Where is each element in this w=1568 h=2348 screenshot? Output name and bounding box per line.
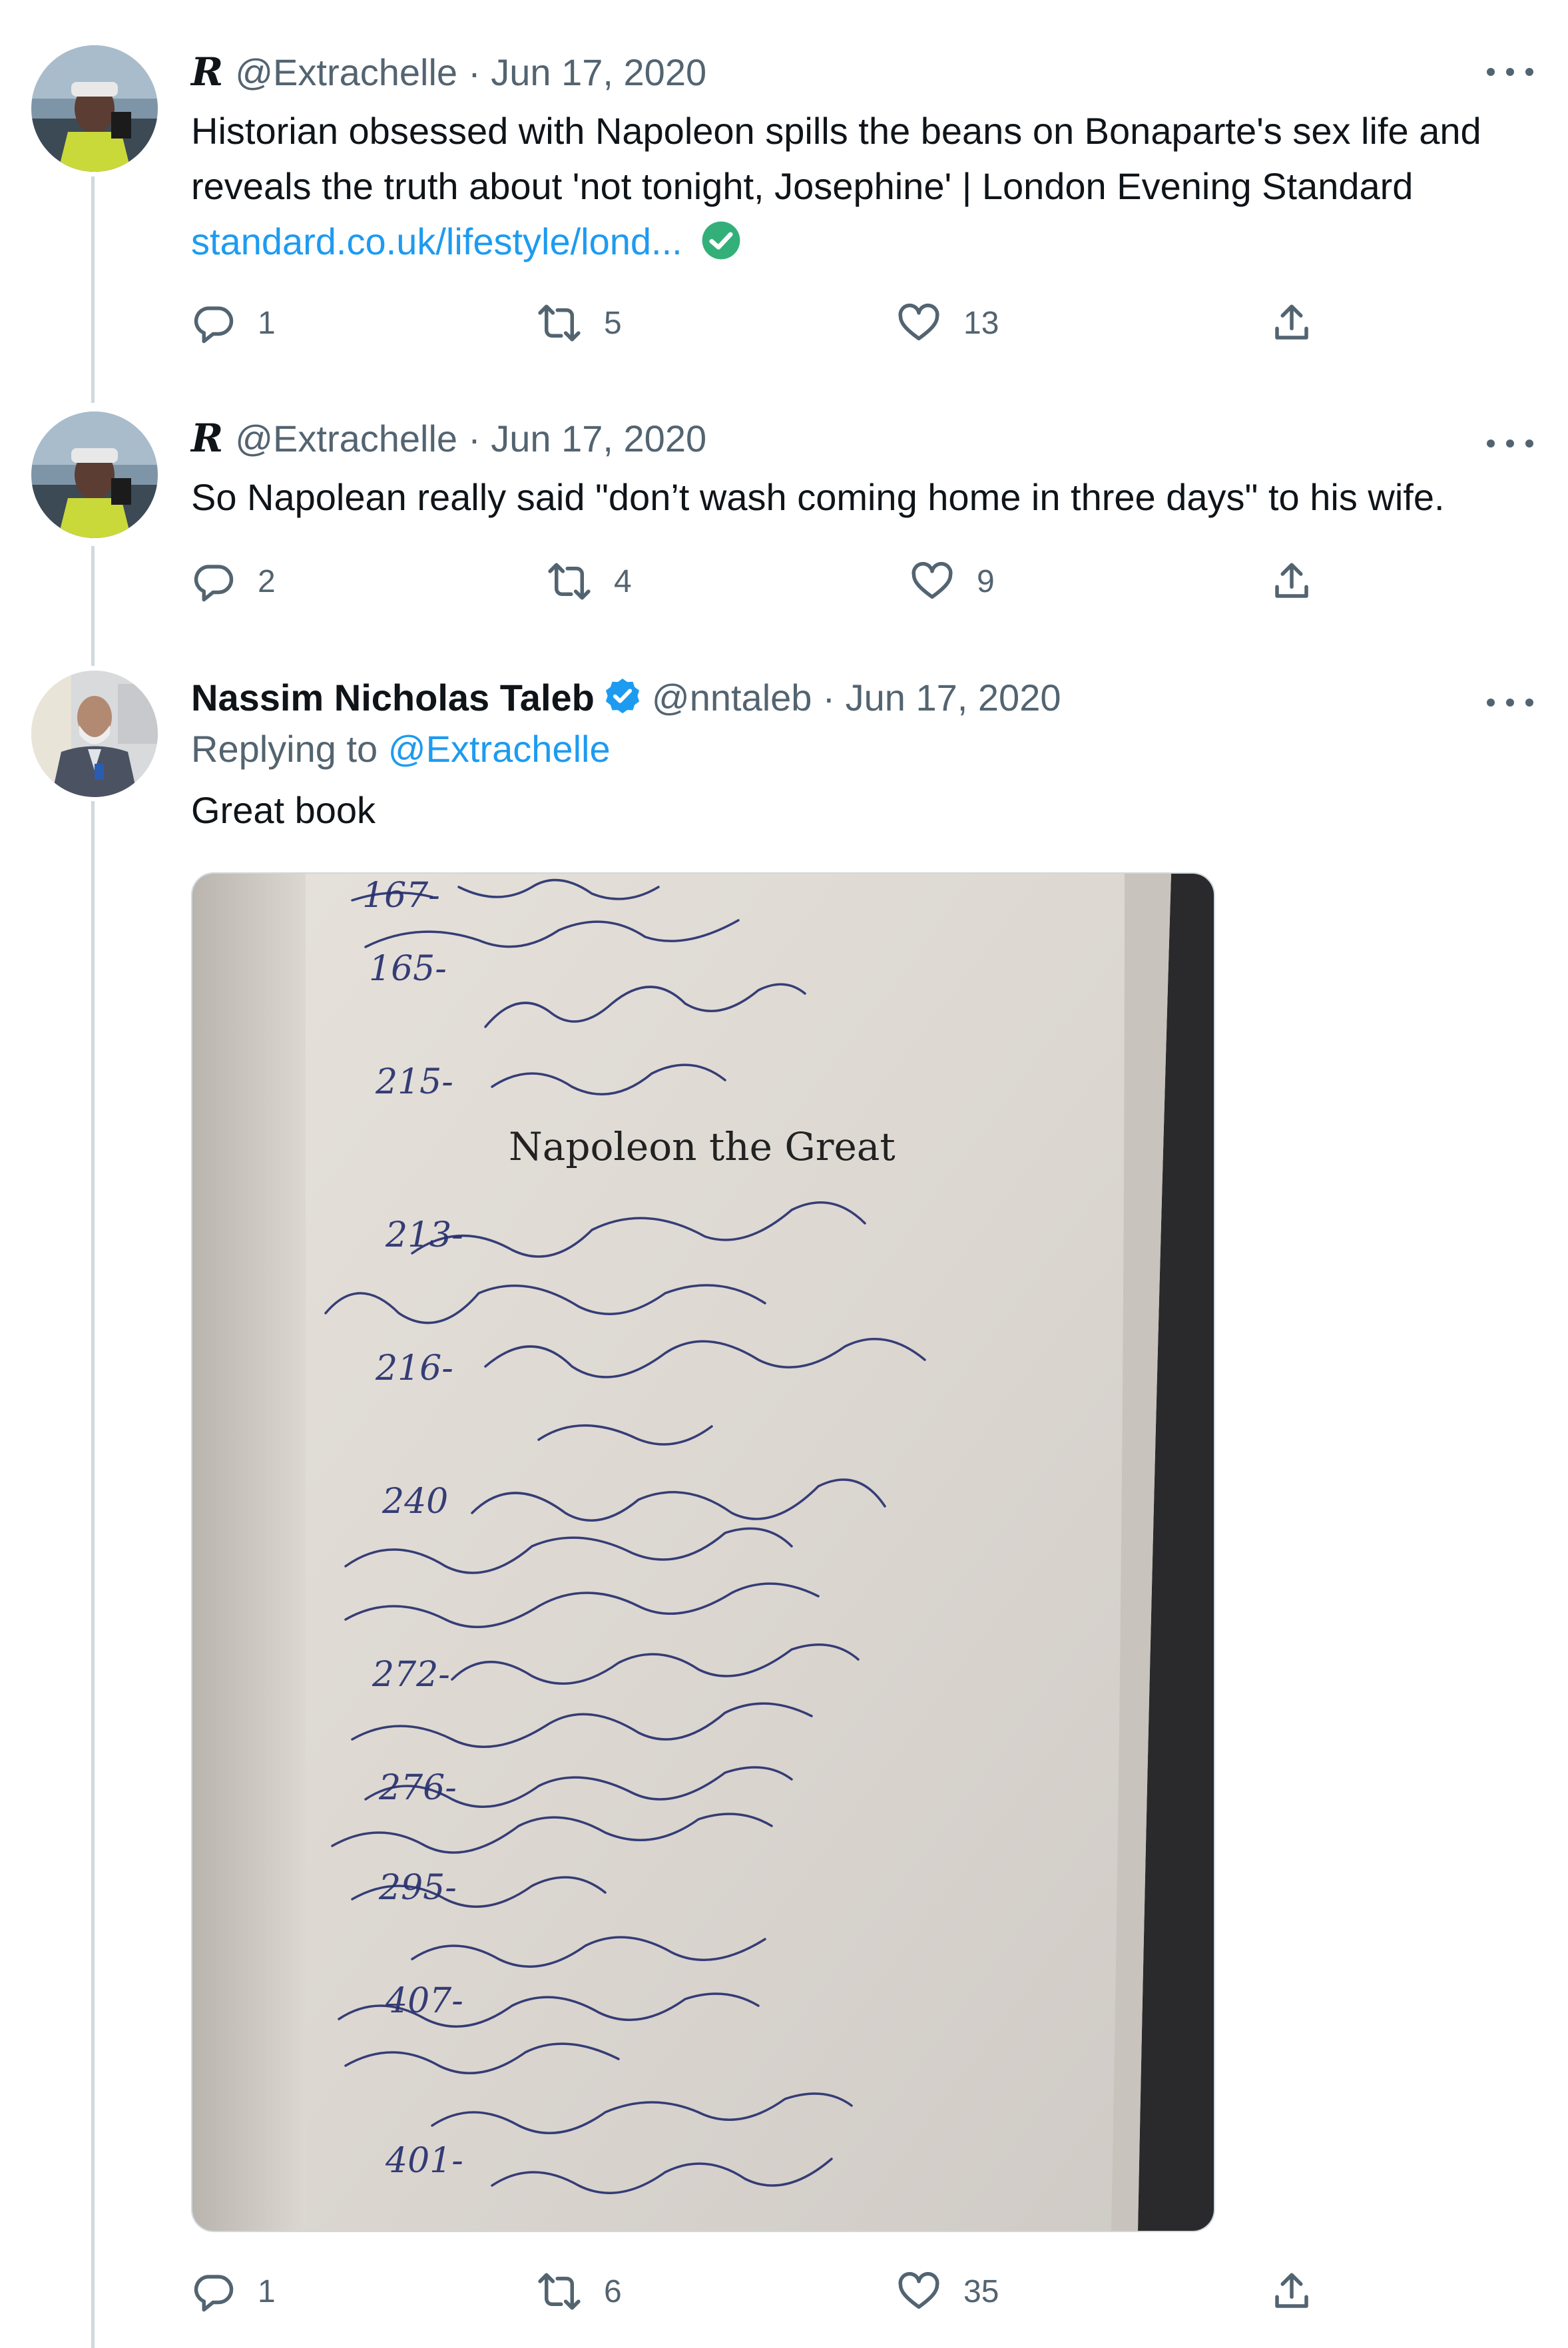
- tweet-2[interactable]: R @Extrachelle · Jun 17, 2020 So Napolea…: [0, 373, 1568, 633]
- note-165: 165-: [369, 949, 447, 989]
- tweet-2-actions: 2 4 9: [191, 559, 1336, 606]
- tweet-2-header: R @Extrachelle · Jun 17, 2020: [191, 412, 706, 465]
- retweet-icon: [538, 304, 581, 342]
- share-button[interactable]: [1270, 2269, 1336, 2313]
- tweet-1[interactable]: R @Extrachelle · Jun 17, 2020 Historian …: [0, 0, 1568, 373]
- more-icon[interactable]: [1487, 696, 1533, 709]
- tweet-photo[interactable]: Napoleon the Great 167- 165- 215- 213- 2…: [191, 872, 1215, 2232]
- tweet-3-handle[interactable]: @nntaleb: [652, 676, 812, 719]
- note-213: 213-: [385, 1215, 463, 1255]
- like-icon: [912, 561, 953, 599]
- reply-icon: [194, 306, 234, 344]
- like-button[interactable]: 9: [910, 559, 995, 603]
- tweet-2-date[interactable]: · Jun 17, 2020: [468, 417, 706, 460]
- share-button[interactable]: [1270, 301, 1336, 345]
- retweet-count: 4: [614, 563, 632, 599]
- note-167: 167-: [362, 876, 440, 916]
- replying-prefix: Replying to: [191, 728, 388, 770]
- tweet-1-text: Historian obsessed with Napoleon spills …: [191, 103, 1543, 269]
- more-icon[interactable]: [1487, 65, 1533, 79]
- tweet-1-link[interactable]: standard.co.uk/lifestyle/lond...: [191, 220, 682, 262]
- like-icon: [898, 303, 939, 341]
- reply-icon: [194, 2275, 234, 2312]
- retweet-icon: [548, 563, 591, 600]
- like-count: 13: [963, 305, 999, 341]
- tweet-1-header: R @Extrachelle · Jun 17, 2020: [191, 45, 706, 99]
- tweet-1-body: Historian obsessed with Napoleon spills …: [191, 110, 1481, 207]
- tweet-3-name[interactable]: Nassim Nicholas Taleb: [191, 676, 595, 719]
- note-407: 407-: [385, 1981, 463, 2021]
- retweet-count: 6: [604, 2273, 622, 2309]
- like-icon: [898, 2271, 939, 2309]
- more-icon[interactable]: [1487, 437, 1533, 450]
- like-count: 35: [963, 2273, 999, 2309]
- tweet-1-actions: 1 5 13: [191, 301, 1336, 348]
- note-272: 272-: [372, 1655, 450, 1695]
- verified-badge-icon: [605, 679, 639, 714]
- retweet-button[interactable]: 4: [547, 559, 632, 603]
- tweet-3-date[interactable]: · Jun 17, 2020: [822, 676, 1061, 719]
- note-215: 215-: [375, 1062, 453, 1102]
- tweet-3-header: Nassim Nicholas Taleb @nntaleb · Jun 17,…: [191, 671, 1061, 724]
- tweet-3-text: Great book: [191, 789, 376, 831]
- reply-count: 1: [258, 2273, 276, 2309]
- avatar-extrachelle[interactable]: [31, 412, 158, 538]
- like-button[interactable]: 35: [897, 2269, 999, 2313]
- tweet-3[interactable]: Nassim Nicholas Taleb @nntaleb · Jun 17,…: [0, 633, 1568, 2348]
- reply-button[interactable]: 1: [191, 301, 276, 345]
- book-title: Napoleon the Great: [509, 1124, 896, 1169]
- tweet-3-actions: 1 6 35: [191, 2269, 1336, 2316]
- user-logo-icon: R: [191, 49, 224, 95]
- avatar-extrachelle[interactable]: [31, 45, 158, 172]
- reply-count: 1: [258, 305, 276, 341]
- share-icon: [1275, 2273, 1308, 2308]
- retweet-count: 5: [604, 305, 622, 341]
- reply-icon: [194, 565, 234, 602]
- retweet-icon: [538, 2273, 581, 2310]
- like-count: 9: [977, 563, 995, 599]
- link-verified-icon: [702, 221, 740, 260]
- tweet-2-handle[interactable]: @Extrachelle: [235, 417, 457, 460]
- share-icon: [1275, 304, 1308, 340]
- note-216: 216-: [375, 1348, 453, 1388]
- reply-button[interactable]: 2: [191, 559, 276, 603]
- note-401: 401-: [385, 2141, 463, 2181]
- share-icon: [1275, 563, 1308, 598]
- note-240: 240: [382, 1482, 448, 1522]
- note-276: 276-: [378, 1768, 457, 1808]
- replying-to-handle[interactable]: @Extrachelle: [388, 728, 611, 770]
- retweet-button[interactable]: 6: [537, 2269, 622, 2313]
- tweet-1-handle[interactable]: @Extrachelle: [235, 51, 457, 94]
- tweet-2-text: So Napolean really said "don’t wash comi…: [191, 476, 1445, 518]
- note-295: 295-: [378, 1868, 457, 1908]
- like-button[interactable]: 13: [897, 301, 999, 345]
- user-logo-icon: R: [191, 416, 224, 461]
- share-button[interactable]: [1270, 559, 1336, 603]
- retweet-button[interactable]: 5: [537, 301, 622, 345]
- replying-to: Replying to @Extrachelle: [191, 727, 611, 770]
- reply-button[interactable]: 1: [191, 2269, 276, 2313]
- reply-count: 2: [258, 563, 276, 599]
- tweet-1-date[interactable]: · Jun 17, 2020: [468, 51, 706, 94]
- book-page-image: Napoleon the Great 167- 165- 215- 213- 2…: [192, 874, 1214, 2231]
- avatar-nntaleb[interactable]: [31, 671, 158, 797]
